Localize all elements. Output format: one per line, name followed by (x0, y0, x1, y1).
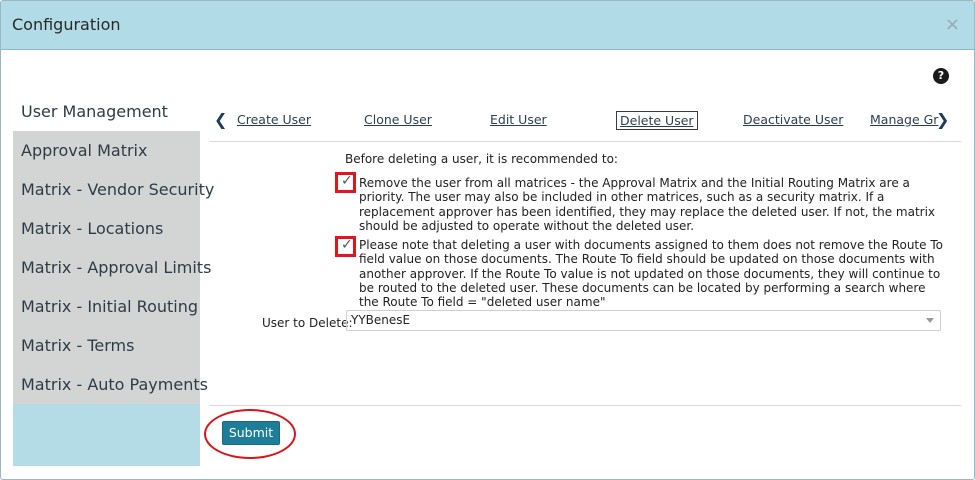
submit-button[interactable]: Submit (222, 421, 280, 445)
checkbox-remove-from-matrices[interactable]: ✓ (335, 172, 356, 193)
configuration-dialog: Configuration × ? User Management Approv… (0, 0, 975, 480)
tab-bar: ❮ Create User Clone User Edit User Delet… (209, 101, 961, 142)
sidebar-item-initial-routing[interactable]: Matrix - Initial Routing (13, 287, 200, 326)
sidebar-item-locations[interactable]: Matrix - Locations (13, 209, 200, 248)
footer-divider (209, 405, 961, 406)
chevron-left-icon[interactable]: ❮ (214, 110, 227, 129)
chevron-right-icon[interactable]: ❯ (936, 110, 949, 129)
user-to-delete-label: User to Delete: (262, 316, 353, 330)
check-icon: ✓ (341, 237, 353, 253)
sidebar-item-user-management[interactable]: User Management (13, 92, 200, 131)
tab-manage-groups[interactable]: Manage Gr (870, 112, 938, 127)
dialog-title: Configuration (12, 15, 121, 34)
intro-text: Before deleting a user, it is recommende… (345, 152, 618, 166)
sidebar-item-auto-payments[interactable]: Matrix - Auto Payments (13, 365, 208, 404)
note-remove-from-matrices: Remove the user from all matrices - the … (359, 176, 936, 233)
sidebar-item-approval-limits[interactable]: Matrix - Approval Limits (13, 248, 211, 287)
sidebar-item-terms[interactable]: Matrix - Terms (13, 326, 200, 365)
tab-delete-user[interactable]: Delete User (616, 111, 698, 130)
tab-edit-user[interactable]: Edit User (490, 112, 547, 127)
help-icon[interactable]: ? (933, 68, 949, 84)
sidebar: User Management Approval Matrix Matrix -… (13, 92, 214, 466)
user-to-delete-value: YYBenesE (351, 313, 411, 327)
tab-deactivate-user[interactable]: Deactivate User (743, 112, 843, 127)
note-route-to-field: Please note that deleting a user with do… (359, 238, 943, 310)
close-icon[interactable]: × (945, 14, 960, 35)
sidebar-item-approval-matrix[interactable]: Approval Matrix (13, 131, 200, 170)
check-icon: ✓ (341, 173, 353, 189)
dialog-titlebar: Configuration × (1, 1, 974, 50)
chevron-down-icon (926, 318, 934, 323)
checkbox-route-to-note[interactable]: ✓ (335, 236, 356, 257)
user-to-delete-select[interactable]: YYBenesE (346, 310, 941, 331)
sidebar-item-vendor-security[interactable]: Matrix - Vendor Security (13, 170, 214, 209)
tab-clone-user[interactable]: Clone User (364, 112, 432, 127)
tab-create-user[interactable]: Create User (237, 112, 311, 127)
